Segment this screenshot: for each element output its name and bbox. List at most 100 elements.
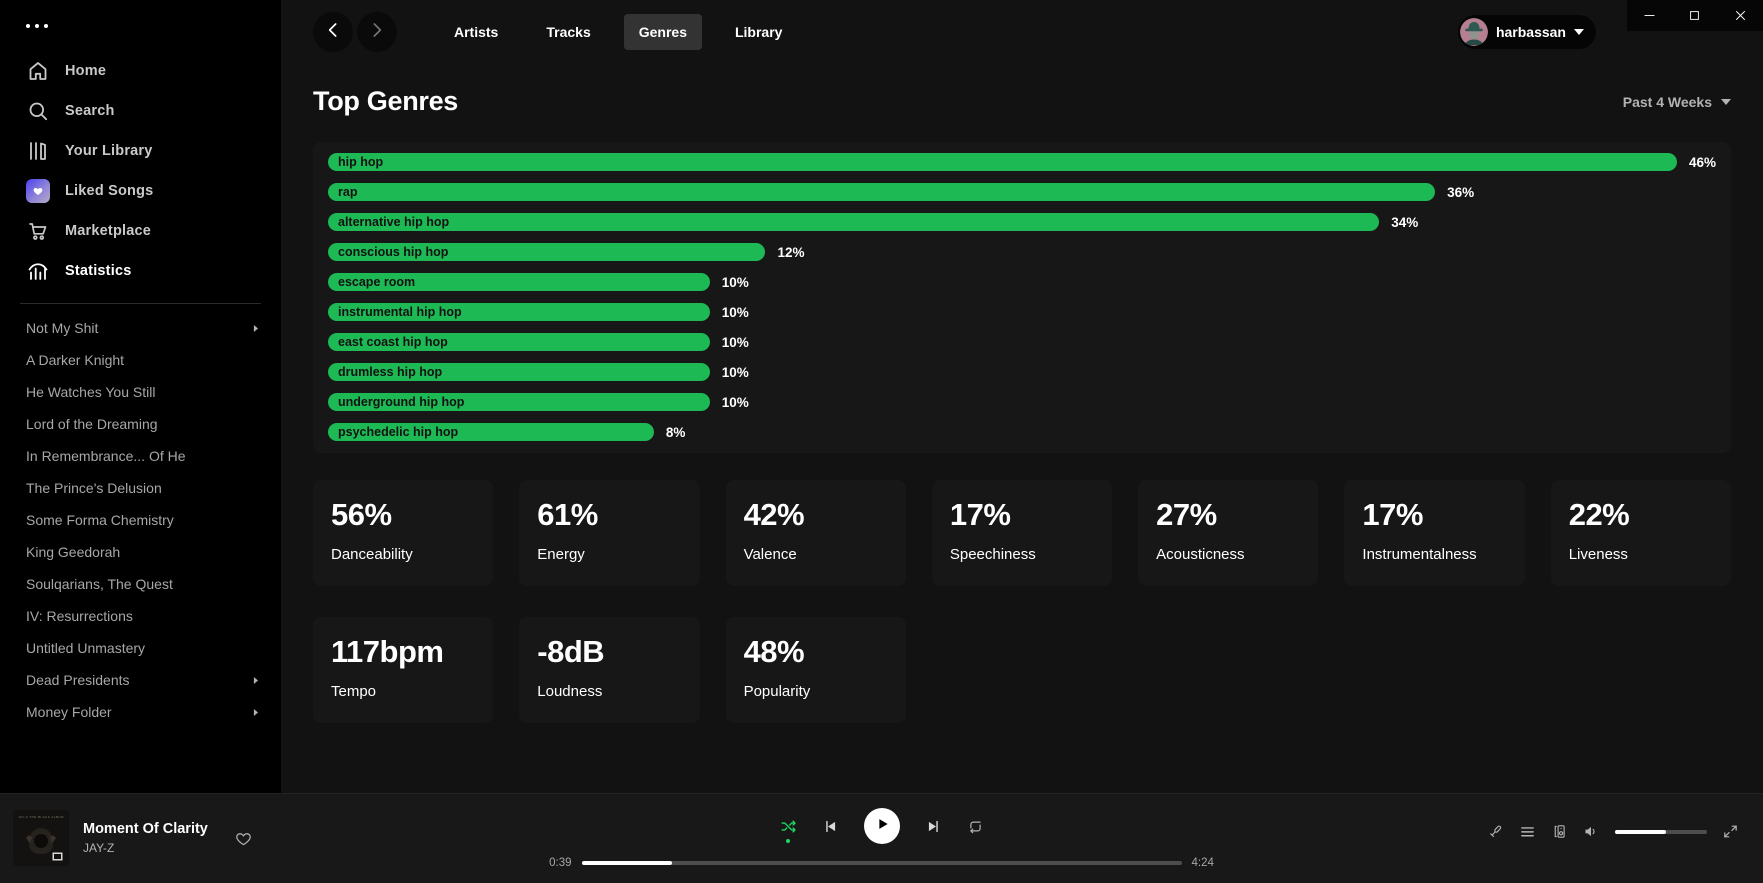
playlist-label: In Remembrance... Of He (26, 448, 186, 464)
chevron-down-icon (1574, 29, 1584, 35)
shuffle-button[interactable] (780, 818, 797, 835)
play-icon (873, 815, 891, 838)
genre-bar-label: east coast hip hop (338, 335, 448, 349)
home-icon (26, 59, 50, 83)
chart-row: psychedelic hip hop8% (328, 423, 1716, 441)
volume-button[interactable] (1583, 823, 1600, 840)
close-button[interactable] (1718, 0, 1763, 31)
sidebar-item-search[interactable]: Search (0, 91, 281, 131)
stat-card-loudness: -8dBLoudness (519, 617, 699, 723)
connect-device-button[interactable] (1551, 823, 1568, 840)
playlist-item[interactable]: A Darker Knight (0, 344, 281, 376)
player-controls (780, 805, 984, 847)
genre-bar-label: escape room (338, 275, 415, 289)
tab-artists[interactable]: Artists (439, 14, 513, 50)
genre-bar-label: hip hop (338, 155, 383, 169)
playlist-item[interactable]: Untitled Unmastery (0, 632, 281, 664)
sidebar-item-statistics[interactable]: Statistics (0, 251, 281, 291)
seek-bar[interactable] (582, 861, 1182, 865)
chevron-right-icon (250, 707, 261, 718)
sidebar-item-liked-songs[interactable]: Liked Songs (0, 171, 281, 211)
search-icon (26, 99, 50, 123)
sidebar-item-marketplace[interactable]: Marketplace (0, 211, 281, 251)
stat-value: 48% (744, 634, 888, 670)
sidebar-item-your-library[interactable]: Your Library (0, 131, 281, 171)
stat-card-popularity: 48%Popularity (726, 617, 906, 723)
lyrics-button[interactable] (1487, 823, 1504, 840)
playlist-item[interactable]: Soulqarians, The Quest (0, 568, 281, 600)
genre-bar: rap (328, 183, 1435, 201)
repeat-button[interactable] (967, 818, 984, 835)
heart-outline-icon (234, 829, 253, 848)
queue-button[interactable] (1519, 823, 1536, 840)
genre-bar-value: 10% (722, 335, 749, 350)
chart-row: rap36% (328, 183, 1716, 201)
tab-library[interactable]: Library (720, 14, 797, 50)
playlist-item[interactable]: In Remembrance... Of He (0, 440, 281, 472)
user-menu[interactable]: harbassan (1458, 15, 1596, 49)
genre-bar: conscious hip hop (328, 243, 765, 261)
like-button[interactable] (234, 829, 253, 848)
next-button[interactable] (925, 818, 942, 835)
track-artist[interactable]: JAY-Z (83, 841, 208, 855)
play-button[interactable] (864, 808, 900, 844)
sidebar-item-label: Statistics (65, 263, 131, 279)
track-info: Moment Of Clarity JAY-Z (83, 821, 208, 855)
now-playing: JAY-Z THE BLACK ALBUM Moment Of Clarity … (13, 810, 253, 866)
genre-bar-label: drumless hip hop (338, 365, 442, 379)
previous-button[interactable] (822, 818, 839, 835)
playlist-item[interactable]: Some Forma Chemistry (0, 504, 281, 536)
sidebar-divider (20, 303, 261, 304)
time-range-dropdown[interactable]: Past 4 Weeks (1623, 94, 1731, 110)
genre-bar: east coast hip hop (328, 333, 710, 351)
chevron-right-icon (250, 323, 261, 334)
playlist-item[interactable]: Not My Shit (0, 312, 281, 344)
playlist-label: Dead Presidents (26, 672, 130, 688)
chart-row: hip hop46% (328, 153, 1716, 171)
minimize-button[interactable] (1627, 0, 1672, 31)
album-art[interactable]: JAY-Z THE BLACK ALBUM (13, 810, 69, 866)
playlist-item[interactable]: Money Folder (0, 696, 281, 728)
library-icon (26, 139, 50, 163)
maximize-button[interactable] (1672, 0, 1717, 31)
genre-bar-value: 10% (722, 365, 749, 380)
genre-bar: alternative hip hop (328, 213, 1379, 231)
stat-value: 117bpm (331, 634, 475, 670)
stat-label: Loudness (537, 683, 681, 700)
sidebar-item-home[interactable]: Home (0, 51, 281, 91)
stat-value: 17% (950, 497, 1094, 533)
sidebar-item-label: Marketplace (65, 223, 151, 239)
skip-forward-icon (925, 818, 942, 835)
sidebar-item-label: Liked Songs (65, 183, 153, 199)
stat-card-energy: 61%Energy (519, 480, 699, 586)
tab-genres[interactable]: Genres (624, 14, 702, 50)
playlist-item[interactable]: Lord of the Dreaming (0, 408, 281, 440)
playlist-item[interactable]: King Geedorah (0, 536, 281, 568)
fullscreen-button[interactable] (1722, 823, 1739, 840)
playlist-item[interactable]: IV: Resurrections (0, 600, 281, 632)
playlist-item[interactable]: Dead Presidents (0, 664, 281, 696)
genre-bar-label: conscious hip hop (338, 245, 448, 259)
tab-tracks[interactable]: Tracks (531, 14, 605, 50)
player-bar: JAY-Z THE BLACK ALBUM Moment Of Clarity … (0, 793, 1763, 883)
sidebar: Home SearchYour Library Liked Songs Marketp… (0, 0, 281, 793)
playlist-item[interactable]: The Prince's Delusion (0, 472, 281, 504)
back-button[interactable] (313, 12, 353, 52)
chart-row: escape room 10% (328, 273, 1716, 291)
forward-button[interactable] (357, 12, 397, 52)
stat-card-valence: 42%Valence (726, 480, 906, 586)
playlist-label: Untitled Unmastery (26, 640, 145, 656)
time-range-label: Past 4 Weeks (1623, 94, 1712, 110)
sidebar-item-label: Home (65, 63, 106, 79)
chevron-right-icon (367, 20, 387, 45)
stat-label: Danceability (331, 546, 475, 563)
app-menu-ellipsis-icon[interactable] (0, 14, 281, 38)
genre-bar: drumless hip hop (328, 363, 710, 381)
playlist-item[interactable]: He Watches You Still (0, 376, 281, 408)
genre-bar-value: 10% (722, 275, 749, 290)
genre-bar: instrumental hip hop (328, 303, 710, 321)
genre-bar-label: instrumental hip hop (338, 305, 462, 319)
volume-slider[interactable] (1615, 830, 1707, 834)
genre-bar-value: 12% (777, 245, 804, 260)
track-title[interactable]: Moment Of Clarity (83, 821, 208, 837)
